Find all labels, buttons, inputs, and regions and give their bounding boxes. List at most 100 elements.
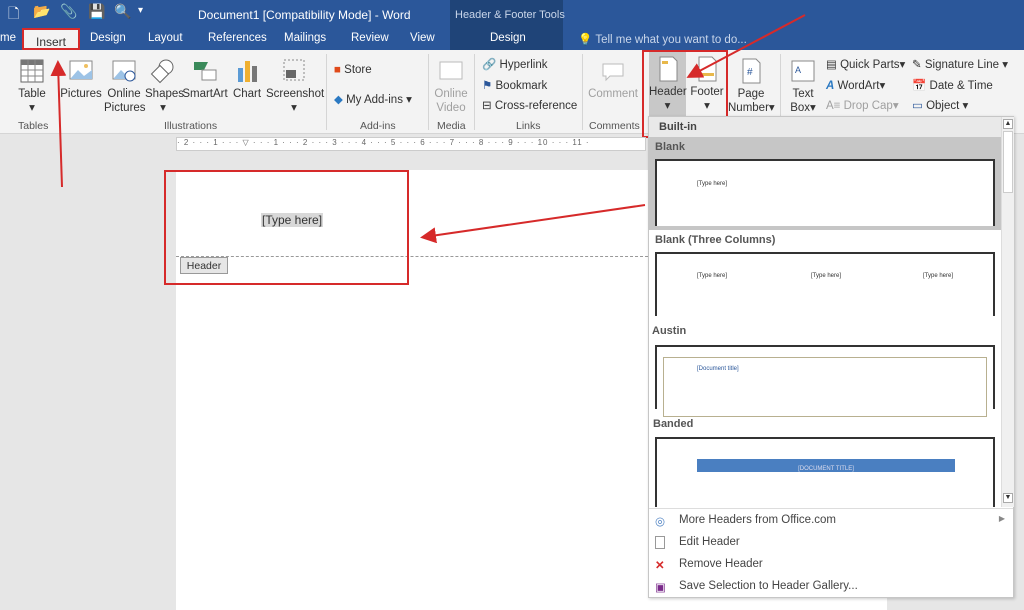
tab-insert[interactable]: Insert (22, 28, 80, 50)
window-title: Document1 [Compatibility Mode] - Word (198, 8, 411, 22)
text-box-icon: A (791, 60, 815, 82)
gallery-item-title: Blank (Three Columns) (655, 234, 776, 246)
ribbon-separator (582, 54, 583, 130)
chart-icon (238, 61, 257, 82)
date-time-button[interactable]: 📅 Date & Time (912, 78, 993, 92)
svg-text:A: A (795, 65, 801, 75)
scroll-up-icon[interactable]: ▲ (1003, 119, 1013, 129)
table-button[interactable]: Table ▾ (12, 58, 52, 115)
gallery-item-title: Banded (653, 418, 694, 430)
page-number-button[interactable]: # Page Number▾ (728, 58, 775, 115)
group-tables-label: Tables (18, 120, 49, 132)
open-icon[interactable]: 📂 (33, 3, 50, 20)
save-to-gallery-icon: ▣ (655, 582, 666, 594)
thumb-text: [Type here] (923, 273, 954, 279)
quick-parts-icon: ▤ (826, 59, 837, 71)
print-preview-icon[interactable]: 🔍 (114, 3, 131, 20)
submenu-arrow-icon: ▶ (998, 514, 1005, 523)
pictures-button[interactable]: Pictures (60, 58, 102, 101)
store-icon: ■ (334, 64, 341, 76)
thumb-text: [Type here] (811, 273, 842, 279)
date-time-icon: 📅 (912, 80, 927, 92)
group-comments-label: Comments (589, 120, 640, 132)
shapes-button[interactable]: Shapes ▾ (145, 58, 184, 115)
menu-item-more-headers[interactable]: ◎ More Headers from Office.com ▶ (649, 510, 1013, 532)
tell-me-box[interactable]: 💡 Tell me what you want to do... (578, 32, 747, 46)
bookmark-icon: ⚑ (482, 80, 493, 92)
drop-cap-button[interactable]: A≡ Drop Cap▾ (826, 98, 899, 112)
hyperlink-button[interactable]: 🔗 Hyperlink (482, 57, 547, 71)
signature-line-button[interactable]: ✎ Signature Line ▾ (912, 57, 1008, 71)
screenshot-icon (283, 59, 305, 81)
online-video-button[interactable]: Online Video (432, 58, 470, 115)
menu-item-save-selection[interactable]: ▣ Save Selection to Header Gallery... (649, 576, 1013, 598)
wordart-icon: A (826, 80, 835, 92)
gallery-item-blank-three-columns[interactable]: [Type here] [Type here] [Type here] (655, 252, 995, 316)
gallery-scrollbar[interactable]: ▲ ▼ (1001, 117, 1014, 507)
attach-icon[interactable]: 📎 (60, 3, 77, 20)
table-icon (20, 59, 44, 83)
scroll-thumb[interactable] (1003, 131, 1013, 193)
comment-button[interactable]: Comment (586, 58, 640, 101)
new-doc-icon[interactable]: 🗋 (8, 3, 19, 27)
page-number-icon: # (742, 58, 761, 84)
header-footer-tools-label: Header & Footer Tools (455, 9, 565, 21)
thumb-text: [Document title] (697, 366, 739, 372)
tab-view[interactable]: View (410, 32, 435, 44)
svg-text:#: # (747, 67, 753, 78)
signature-icon: ✎ (912, 59, 922, 71)
drop-cap-icon: A≡ (826, 100, 841, 112)
tab-hf-design[interactable]: Design (490, 32, 526, 44)
ribbon-separator (474, 54, 475, 130)
group-links-label: Links (516, 120, 541, 132)
tab-design[interactable]: Design (90, 32, 126, 44)
builtin-section-label: Built-in (649, 117, 1001, 137)
cross-reference-button[interactable]: ⊟ Cross-reference (482, 98, 577, 112)
addins-icon: ◆ (334, 94, 343, 106)
tab-references[interactable]: References (208, 32, 267, 44)
shapes-icon (150, 59, 174, 84)
save-icon[interactable]: 💾 (88, 3, 105, 20)
gallery-item-blank[interactable]: [Type here] (655, 159, 995, 226)
horizontal-ruler[interactable]: · 2 · · · 1 · · · ▽ · · · 1 · · · 2 · · … (176, 137, 646, 151)
group-illustrations-label: Illustrations (164, 120, 218, 132)
store-button[interactable]: ■ Store (334, 64, 372, 76)
gallery-item-austin[interactable]: [Document title] (655, 345, 995, 417)
scroll-down-icon[interactable]: ▼ (1003, 493, 1013, 503)
tab-home[interactable]: me (0, 32, 16, 44)
thumb-text: [Type here] (697, 181, 728, 187)
quick-parts-button[interactable]: ▤ Quick Parts▾ (826, 57, 905, 71)
customize-qat-icon[interactable]: ▾ (138, 5, 143, 16)
text-box-button[interactable]: A Text Box▾ (786, 58, 820, 115)
cross-reference-icon: ⊟ (482, 100, 492, 112)
menu-item-remove-header[interactable]: ✕ Remove Header (649, 554, 1013, 576)
menu-item-edit-header[interactable]: Edit Header (649, 532, 1013, 554)
gallery-item-title: Blank (655, 141, 685, 153)
bookmark-button[interactable]: ⚑ Bookmark (482, 78, 547, 92)
screenshot-button[interactable]: Screenshot ▾ (266, 58, 324, 115)
wordart-button[interactable]: A WordArt▾ (826, 78, 885, 92)
header-dropdown-menu: Built-in Blank [Type here] Blank (Three … (648, 116, 1014, 598)
smartart-button[interactable]: SmartArt (182, 58, 228, 101)
thumb-text: [DOCUMENT TITLE] (798, 466, 854, 472)
online-video-icon (439, 61, 463, 80)
tab-layout[interactable]: Layout (148, 32, 183, 44)
object-icon: ▭ (912, 100, 923, 112)
ribbon-separator (428, 54, 429, 130)
office-com-icon: ◎ (655, 516, 666, 528)
thumb-text: [Type here] (697, 273, 728, 279)
gallery-item-banded[interactable]: [DOCUMENT TITLE] (655, 437, 995, 507)
online-pictures-icon (112, 60, 136, 82)
comment-icon (602, 63, 624, 82)
tab-review[interactable]: Review (351, 32, 389, 44)
my-addins-button[interactable]: ◆ My Add-ins ▾ (334, 92, 412, 106)
online-pictures-button[interactable]: Online Pictures (104, 58, 146, 115)
tab-mailings[interactable]: Mailings (284, 32, 326, 44)
chart-button[interactable]: Chart (230, 58, 264, 101)
smartart-icon (194, 62, 217, 81)
gallery-item-title: Austin (652, 325, 687, 337)
edit-header-icon (655, 536, 665, 549)
object-button[interactable]: ▭ Object ▾ (912, 98, 968, 112)
group-addins-label: Add-ins (360, 120, 396, 132)
hyperlink-icon: 🔗 (482, 59, 497, 71)
